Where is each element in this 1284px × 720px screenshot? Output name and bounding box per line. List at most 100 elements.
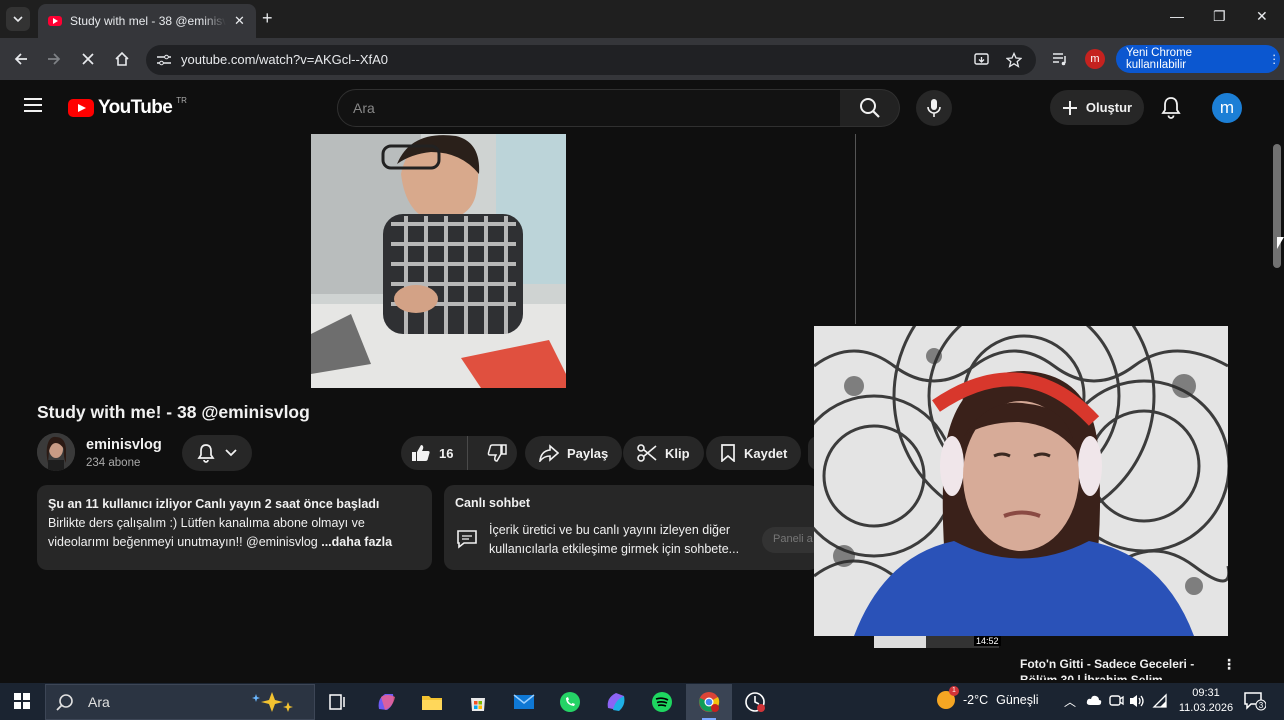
profile-avatar[interactable]: m: [1085, 49, 1105, 69]
scissors-icon: [637, 444, 657, 462]
search-button[interactable]: [840, 89, 900, 127]
webcam-image: [814, 326, 1228, 636]
live-chat-box: Canlı sohbet İçerik üretici ve bu canlı …: [444, 485, 819, 570]
dislike-button[interactable]: [476, 444, 517, 462]
clip-button[interactable]: Klip: [623, 436, 704, 470]
onedrive-cloud-icon[interactable]: [1086, 693, 1102, 707]
next-video-thumbnail[interactable]: 14:52: [874, 636, 1001, 648]
back-arrow-icon[interactable]: [13, 51, 29, 67]
create-button[interactable]: Oluştur: [1050, 90, 1144, 125]
scrollbar-thumb[interactable]: [1273, 144, 1281, 268]
share-button[interactable]: Paylaş: [525, 436, 623, 470]
whatsapp-icon[interactable]: [556, 688, 584, 716]
channel-avatar[interactable]: [37, 433, 75, 471]
system-clock[interactable]: 09:31 11.03.2026: [1175, 686, 1237, 716]
tab-active[interactable]: Study with mel - 38 @eminisvlog ✕: [38, 4, 256, 38]
save-label: Kaydet: [744, 445, 788, 461]
search-input[interactable]: Ara: [337, 89, 841, 127]
like-count: 16: [439, 445, 454, 461]
next-video-menu-icon[interactable]: ⋮: [1222, 656, 1236, 673]
mouse-cursor-icon: [1277, 237, 1284, 249]
media-controls-icon[interactable]: [1052, 51, 1068, 67]
tab-search-button[interactable]: [6, 7, 30, 31]
site-settings-icon[interactable]: [156, 53, 172, 67]
minimize-button[interactable]: —: [1170, 8, 1184, 24]
new-tab-button[interactable]: +: [262, 8, 273, 29]
clip-label: Klip: [665, 445, 690, 461]
file-explorer-icon[interactable]: [418, 688, 446, 716]
subscriber-count: 234 abone: [86, 457, 141, 469]
tab-title: Study with mel - 38 @eminisvlog: [70, 14, 226, 28]
copilot-app-icon[interactable]: [372, 688, 400, 716]
kebab-menu-icon: ⋮: [1268, 54, 1281, 66]
install-app-icon[interactable]: [974, 52, 990, 68]
thumbs-down-icon: [487, 444, 507, 462]
open-panel-button[interactable]: Paneli a: [762, 527, 819, 553]
chrome-update-button[interactable]: Yeni Chrome kullanılabilir ⋮: [1116, 45, 1280, 73]
copilot-sparkle-icon: [252, 692, 293, 712]
mail-app-icon[interactable]: [510, 688, 538, 716]
home-icon[interactable]: [114, 51, 130, 67]
meet-now-icon[interactable]: [1108, 693, 1124, 709]
spotify-icon[interactable]: [648, 688, 676, 716]
taskbar-search-placeholder: Ara: [88, 694, 110, 710]
like-button[interactable]: 16: [401, 436, 469, 470]
show-more-link[interactable]: ...daha fazla: [318, 535, 392, 549]
thumbs-up-icon: [412, 445, 430, 461]
video-player[interactable]: [311, 134, 566, 388]
notification-center-button[interactable]: 3: [1244, 691, 1267, 716]
channel-avatar-image: [37, 433, 75, 471]
close-window-button[interactable]: ✕: [1256, 8, 1268, 25]
voice-search-button[interactable]: [916, 90, 952, 126]
clock-time: 09:31: [1192, 687, 1220, 699]
bookmark-star-icon[interactable]: [1006, 52, 1022, 68]
share-arrow-icon: [539, 444, 559, 462]
show-hidden-icons-icon[interactable]: ︿: [1064, 693, 1076, 710]
country-code: TR: [176, 95, 187, 105]
channel-name[interactable]: eminisvlog: [86, 437, 162, 453]
save-button[interactable]: Kaydet: [706, 436, 802, 470]
share-label: Paylaş: [567, 445, 609, 461]
youtube-logo[interactable]: YouTube TR: [68, 95, 187, 119]
bell-icon: [197, 444, 215, 463]
search-icon: [859, 98, 880, 118]
video-title: Study with me! - 38 @eminisvlog: [37, 402, 310, 422]
chat-bubble-icon: [457, 530, 477, 549]
screen-recorder-icon[interactable]: [741, 688, 769, 716]
restore-button[interactable]: ❐: [1213, 8, 1226, 25]
chrome-icon[interactable]: [695, 688, 723, 716]
wifi-network-icon[interactable]: [1152, 693, 1168, 709]
chevron-down-icon: [225, 449, 237, 457]
weather-temperature: -2°C: [963, 693, 989, 707]
microsoft-365-icon[interactable]: [602, 688, 630, 716]
windows-start-icon[interactable]: [14, 693, 30, 709]
description-box[interactable]: Şu an 11 kullanıcı izliyor Canlı yayın 2…: [37, 485, 432, 570]
url-text: youtube.com/watch?v=AKGcl--XfA0: [181, 52, 389, 67]
description-text: Birlikte ders çalışalım :) Lütfen kanalı…: [48, 514, 421, 552]
create-label: Oluştur: [1085, 100, 1133, 115]
youtube-favicon-icon: [48, 16, 62, 26]
tab-close-icon[interactable]: ✕: [234, 13, 245, 29]
taskbar-search-input[interactable]: Ara: [45, 684, 315, 720]
weather-widget[interactable]: 1 -2°C Güneşli: [937, 686, 1039, 709]
stop-loading-icon[interactable]: [80, 51, 96, 67]
youtube-play-icon: [68, 99, 94, 117]
subscription-bell-button[interactable]: [182, 435, 252, 471]
microsoft-store-icon[interactable]: [464, 688, 492, 716]
tab-strip: Study with mel - 38 @eminisvlog ✕ + — ❐ …: [0, 0, 1284, 38]
account-avatar[interactable]: m: [1212, 93, 1242, 123]
page-scrollbar[interactable]: [1270, 84, 1284, 680]
update-label: Yeni Chrome kullanılabilir: [1126, 47, 1193, 71]
notifications-bell-icon[interactable]: [1160, 95, 1182, 119]
weather-badge: 1: [949, 686, 959, 696]
thumbnail-image: [874, 636, 926, 648]
clock-date: 11.03.2026: [1178, 702, 1234, 714]
plus-icon: [1062, 100, 1077, 115]
like-dislike-group: 16: [401, 436, 517, 470]
task-view-icon[interactable]: [324, 688, 352, 716]
forward-arrow-icon[interactable]: [46, 51, 62, 67]
address-bar[interactable]: youtube.com/watch?v=AKGcl--XfA0: [146, 45, 1036, 75]
hamburger-menu-icon[interactable]: [24, 98, 42, 112]
next-video-title[interactable]: Foto'n Gitti - Sadece Geceleri - Bölüm 3…: [1020, 656, 1205, 680]
speaker-volume-icon[interactable]: [1128, 693, 1146, 709]
